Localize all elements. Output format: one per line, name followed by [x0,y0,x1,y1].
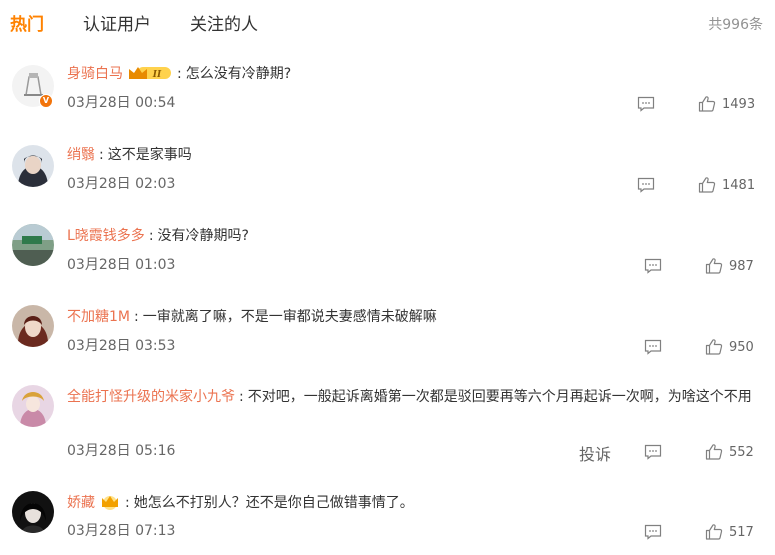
like-count: 1481 [722,177,756,193]
vip-crown-badge-icon: II [127,64,173,89]
reply-icon[interactable] [637,177,655,193]
report-button[interactable]: 投诉 [579,441,611,465]
tab-verified-users[interactable]: 认证用户 [83,10,151,35]
thumbs-up-icon [698,177,716,193]
reply-icon[interactable] [644,339,662,355]
svg-text:II: II [152,70,162,80]
reply-icon[interactable] [637,96,655,112]
comment-time: 03月28日 03:53 [67,338,176,354]
comment-username[interactable]: L晓霞钱多多 [67,228,145,244]
avatar[interactable] [12,145,54,187]
like-count: 552 [729,444,754,460]
comment-text: 不对吧，一般起诉离婚第一次都是驳回要再等六个月再起诉一次啊，为啥这个不用 [247,389,752,405]
comment-item: V 身骑白马 II: 怎么没有冷静期? 03月28日 00:54 1493 [0,62,775,122]
comment-total-count: 共996条 [708,17,763,33]
like-button[interactable]: 1481 [698,176,755,194]
avatar[interactable] [12,491,54,533]
comment-text: 没有冷静期吗? [157,228,249,244]
avatar[interactable] [12,385,54,427]
thumbs-up-icon [698,96,716,112]
comment-username[interactable]: 身骑白马 [67,66,123,82]
comment-text: 一审就离了嘛，不是一审都说夫妻感情未破解嘛 [142,309,437,325]
thumbs-up-icon [705,444,723,460]
thumbs-up-icon [705,524,723,540]
like-button[interactable]: 517 [705,523,754,541]
comment-tabs: 热门 认证用户 关注的人 共996条 [0,0,775,44]
comment-item: 娇藏: 她怎么不打别人？还不是你自己做错事情了。 03月28日 07:13 517 [0,491,775,551]
comment-time: 03月28日 00:54 [67,95,176,111]
like-button[interactable]: 987 [705,257,754,275]
comment-item: 绡翳: 这不是家事吗 03月28日 02:03 1481 [0,143,775,203]
like-count: 950 [729,339,754,355]
comment-time: 03月28日 07:13 [67,523,176,539]
comment-username[interactable]: 不加糖1M [67,309,130,325]
comment-item: L晓霞钱多多: 没有冷静期吗? 03月28日 01:03 987 [0,224,775,284]
reply-icon[interactable] [644,258,662,274]
avatar[interactable] [12,224,54,266]
comment-time: 03月28日 02:03 [67,176,176,192]
comment-item: 不加糖1M: 一审就离了嘛，不是一审都说夫妻感情未破解嘛 03月28日 03:53… [0,305,775,365]
comment-username[interactable]: 绡翳 [67,147,95,163]
thumbs-up-icon [705,258,723,274]
comment-username[interactable]: 娇藏 [67,495,95,511]
comment-item: 全能打怪升级的米家小九爷: 不对吧，一般起诉离婚第一次都是驳回要再等六个月再起诉一… [0,385,775,465]
comment-time: 03月28日 01:03 [67,257,176,273]
like-count: 517 [729,524,754,540]
thumbs-up-icon [705,339,723,355]
comment-text: 这不是家事吗 [107,147,192,163]
verified-badge-icon: V [39,94,53,108]
tab-hot[interactable]: 热门 [10,10,44,35]
comment-text: 怎么没有冷静期? [185,66,292,82]
like-button[interactable]: 950 [705,338,754,356]
crown-badge-icon [99,493,121,518]
like-count: 1493 [722,96,756,112]
like-button[interactable]: 1493 [698,95,755,113]
like-button[interactable]: 552 [705,443,754,461]
reply-icon[interactable] [644,444,662,460]
like-count: 987 [729,258,754,274]
tab-following[interactable]: 关注的人 [190,10,258,35]
comment-text: 她怎么不打别人？还不是你自己做错事情了。 [133,495,414,511]
avatar[interactable] [12,305,54,347]
comment-username[interactable]: 全能打怪升级的米家小九爷 [67,389,235,405]
reply-icon[interactable] [644,524,662,540]
comment-time: 03月28日 05:16 [67,443,176,459]
